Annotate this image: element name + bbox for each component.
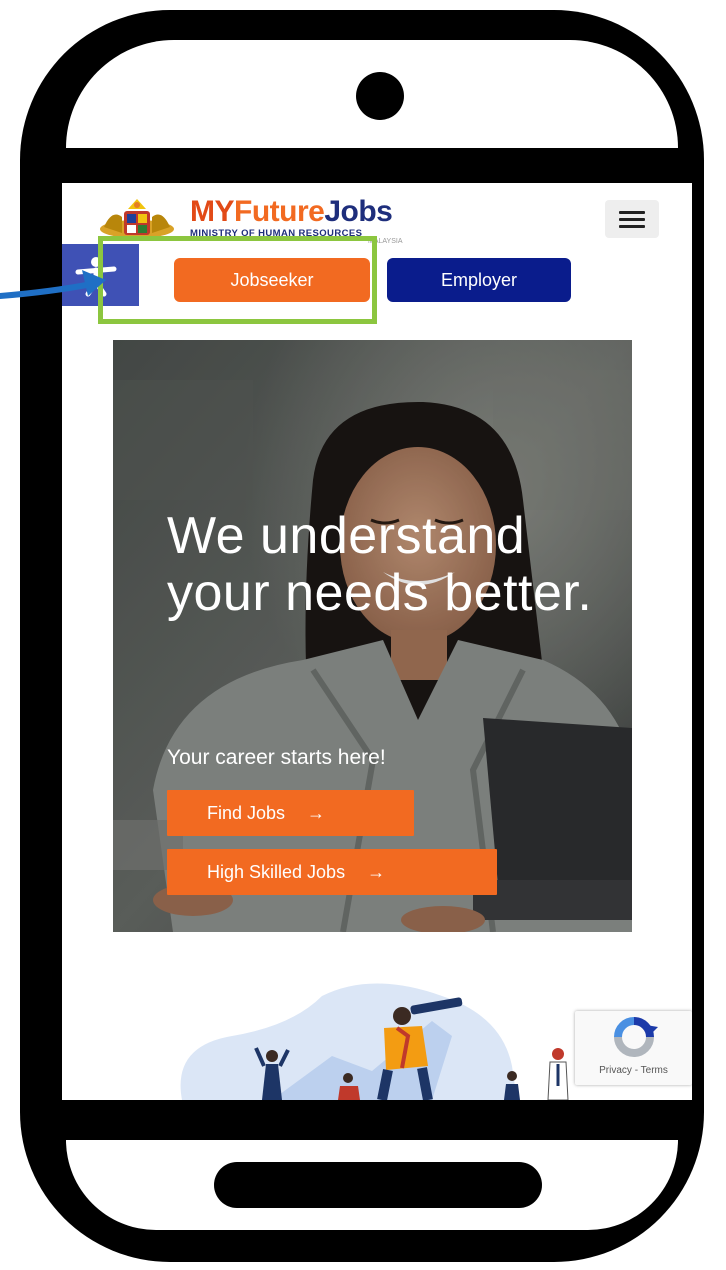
hero-banner: We understand your needs better. Your ca…	[113, 340, 632, 932]
menu-line	[619, 210, 645, 214]
phone-home-bar	[214, 1162, 542, 1208]
highlight-annotation-box	[98, 236, 377, 324]
hamburger-menu-icon[interactable]	[605, 200, 659, 238]
high-skilled-label: High Skilled Jobs	[207, 862, 346, 882]
employer-button[interactable]: Employer	[387, 258, 571, 302]
malaysia-crest-icon	[100, 199, 174, 238]
career-illustration	[180, 983, 569, 1100]
find-jobs-button[interactable]: Find Jobs →	[167, 790, 414, 836]
high-skilled-jobs-button[interactable]: High Skilled Jobs →	[167, 849, 497, 895]
brand-my: MY	[190, 195, 235, 228]
phone-camera	[356, 72, 404, 120]
brand-future: Future	[234, 195, 325, 228]
recaptcha-links[interactable]: Privacy - Terms	[575, 1065, 692, 1076]
hero-headline: We understand your needs better.	[167, 507, 593, 622]
recaptcha-badge[interactable]: Privacy - Terms	[575, 1011, 692, 1085]
recaptcha-icon	[614, 1017, 658, 1057]
arrow-right-icon: →	[367, 862, 386, 882]
menu-line	[619, 217, 645, 221]
hero-photo	[113, 340, 632, 932]
brand-jobs: Jobs	[324, 195, 393, 228]
hero-subtitle: Your career starts here!	[167, 746, 386, 769]
arrow-right-icon: →	[307, 803, 326, 823]
find-jobs-label: Find Jobs	[207, 803, 286, 823]
menu-line	[619, 224, 645, 228]
annotation-arrow-icon	[0, 270, 106, 299]
brand-title: MYFutureJobs	[190, 197, 403, 227]
